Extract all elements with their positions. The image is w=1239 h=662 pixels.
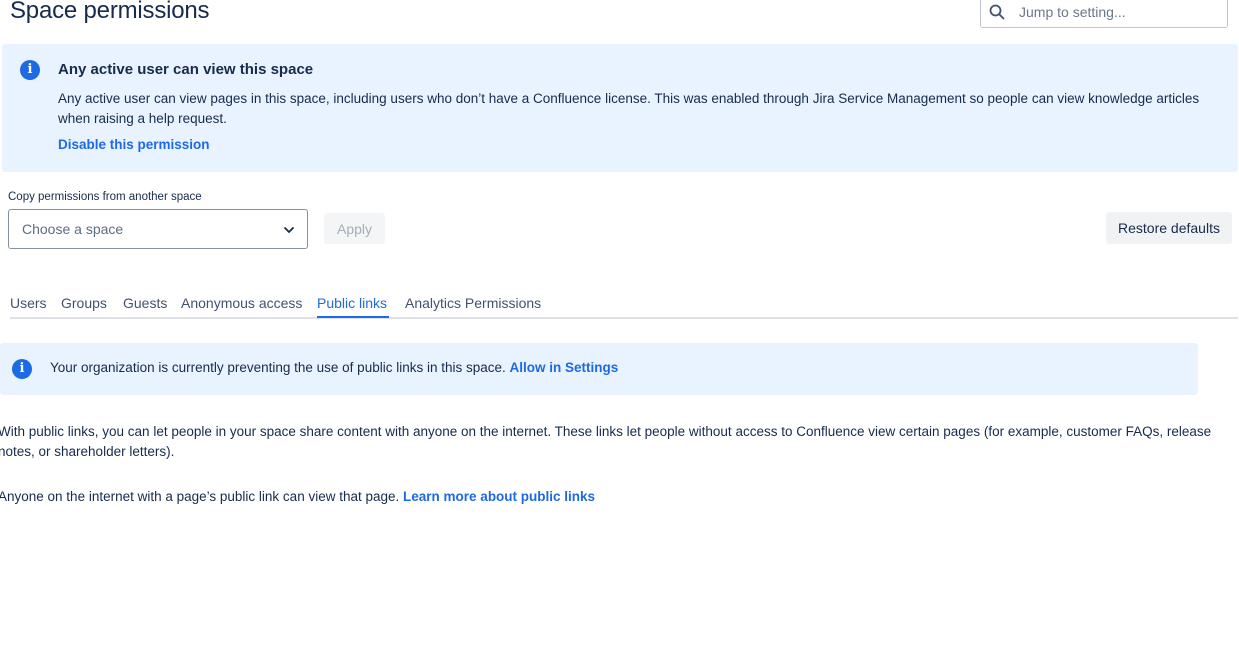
info-icon: i <box>20 60 40 80</box>
banner-body: Any active user can view pages in this s… <box>58 91 1200 126</box>
notice-text: Your organization is currently preventin… <box>50 360 618 375</box>
disable-permission-link[interactable]: Disable this permission <box>58 137 210 152</box>
chevron-down-icon <box>284 227 294 233</box>
search-icon <box>989 4 1005 20</box>
restore-defaults-button[interactable]: Restore defaults <box>1106 212 1232 244</box>
info-icon: i <box>12 359 32 379</box>
allow-in-settings-link[interactable]: Allow in Settings <box>510 360 619 375</box>
page-title: Space permissions <box>10 0 210 24</box>
access-note-text: Anyone on the internet with a page’s pub… <box>0 489 400 504</box>
permission-tabs: Users Groups Guests Anonymous access Pub… <box>10 288 1238 319</box>
public-links-notice: i Your organization is currently prevent… <box>0 343 1198 395</box>
space-permissions-page: Space permissions i Any active user can … <box>0 0 1239 662</box>
tab-groups[interactable]: Groups <box>61 295 107 311</box>
apply-button[interactable]: Apply <box>324 213 385 244</box>
copy-permissions-label: Copy permissions from another space <box>8 191 202 203</box>
search-input[interactable] <box>1019 1 1219 23</box>
active-tab-indicator <box>317 316 389 318</box>
tab-anonymous-access[interactable]: Anonymous access <box>181 295 302 311</box>
notice-message: Your organization is currently preventin… <box>50 360 506 375</box>
tab-public-links[interactable]: Public links <box>317 295 387 311</box>
learn-more-link[interactable]: Learn more about public links <box>403 489 595 504</box>
info-banner: i Any active user can view this space An… <box>2 44 1238 172</box>
choose-space-select[interactable]: Choose a space <box>8 209 308 249</box>
tab-guests[interactable]: Guests <box>123 295 167 311</box>
tab-users[interactable]: Users <box>10 295 47 311</box>
tab-analytics-permissions[interactable]: Analytics Permissions <box>405 295 541 311</box>
public-links-access-note: Anyone on the internet with a page’s pub… <box>0 487 1218 507</box>
public-links-description: With public links, you can let people in… <box>0 424 1212 459</box>
search-box[interactable] <box>980 0 1228 28</box>
banner-title: Any active user can view this space <box>58 61 314 78</box>
select-placeholder: Choose a space <box>22 221 124 237</box>
